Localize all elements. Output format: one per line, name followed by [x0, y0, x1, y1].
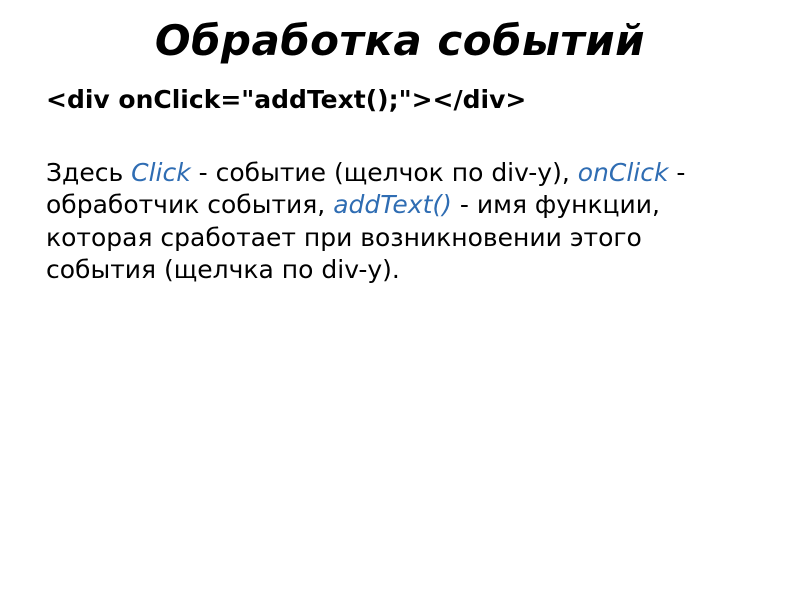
explanation-paragraph: Здесь Click - событие (щелчок по div-у),… — [46, 157, 754, 287]
keyword-click: Click — [131, 158, 191, 187]
slide-title: Обработка событий — [40, 16, 760, 65]
keyword-addtext: addText() — [333, 190, 452, 219]
text-fragment: Здесь — [46, 158, 131, 187]
text-fragment: - событие (щелчок по div-у), — [191, 158, 578, 187]
code-example: <div onClick="addText();"></div> — [46, 83, 760, 117]
keyword-onclick: onClick — [578, 158, 669, 187]
slide-container: Обработка событий <div onClick="addText(… — [0, 0, 800, 600]
